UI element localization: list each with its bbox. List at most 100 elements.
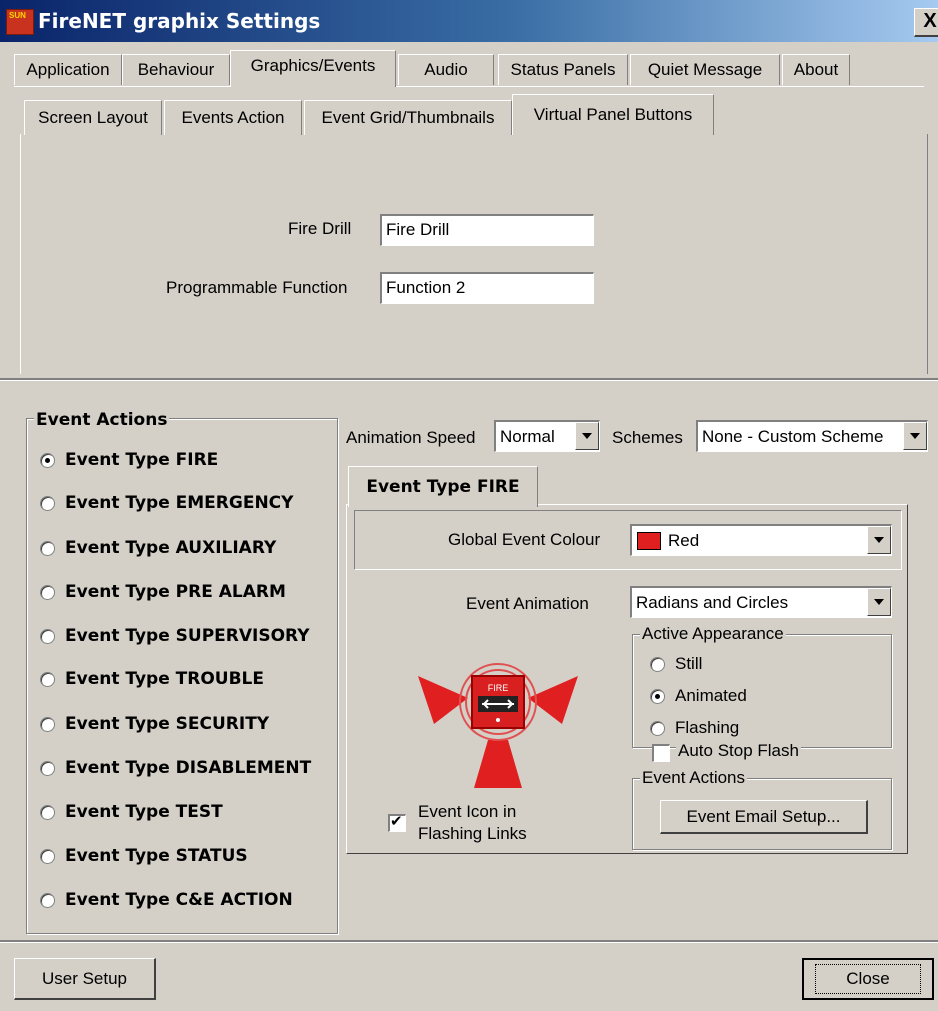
animation-speed-label: Animation Speed (346, 428, 476, 447)
subtab-events-action[interactable]: Events Action (164, 100, 302, 135)
global-colour-select[interactable]: Red (630, 524, 892, 556)
icon-flashing-links-label-2: Flashing Links (418, 824, 527, 843)
chevron-down-icon[interactable] (903, 422, 927, 450)
radio-circle[interactable] (40, 495, 55, 511)
tab-separator (14, 86, 924, 87)
schemes-value: None - Custom Scheme (702, 427, 884, 446)
icon-flashing-links-label-1: Event Icon in (418, 802, 517, 821)
colour-swatch (637, 532, 661, 550)
auto-stop-flash-checkbox[interactable] (652, 744, 670, 762)
tab-graphics-events[interactable]: Graphics/Events (230, 50, 396, 87)
event-type-radio[interactable]: Event Type TEST (40, 800, 223, 824)
footer-divider (0, 940, 938, 943)
tab-behaviour[interactable]: Behaviour (122, 54, 230, 85)
event-type-label: Event Type C&E ACTION (65, 890, 293, 910)
event-type-label: Event Type TEST (65, 802, 223, 822)
event-type-label: Event Type AUXILIARY (65, 538, 277, 558)
event-type-label: Event Type TROUBLE (65, 669, 264, 689)
event-type-label: Event Type FIRE (65, 450, 219, 470)
radio-circle[interactable] (40, 452, 55, 468)
tab-label: Quiet Message (647, 60, 763, 79)
event-type-label: Event Type STATUS (65, 846, 248, 866)
radio-circle[interactable] (40, 671, 55, 687)
schemes-select[interactable]: None - Custom Scheme (696, 420, 928, 452)
chevron-down-icon[interactable] (867, 526, 891, 554)
tab-about[interactable]: About (782, 54, 850, 85)
tab-label: About (793, 60, 839, 79)
close-button-label: Close (815, 964, 921, 994)
tab-quiet-message[interactable]: Quiet Message (630, 54, 780, 85)
icon-flashing-links-checkbox[interactable] (388, 812, 406, 832)
event-type-fire-tab[interactable]: Event Type FIRE (348, 466, 538, 507)
event-type-radio[interactable]: Event Type AUXILIARY (40, 536, 276, 560)
appearance-animated-radio[interactable]: Animated (650, 684, 747, 708)
close-button[interactable]: Close (802, 958, 934, 1000)
tab-label: Virtual Panel Buttons (533, 105, 693, 124)
event-type-radio[interactable]: Event Type EMERGENCY (40, 491, 293, 515)
tab-label: Status Panels (510, 60, 616, 79)
radio-circle[interactable] (40, 716, 55, 732)
subtab-event-grid[interactable]: Event Grid/Thumbnails (304, 100, 512, 135)
radio-circle[interactable] (650, 720, 665, 736)
event-type-radio[interactable]: Event Type TROUBLE (40, 667, 264, 691)
app-icon: SUN (6, 9, 34, 35)
subtab-virtual-panel-buttons[interactable]: Virtual Panel Buttons (512, 94, 714, 135)
tab-label: Behaviour (137, 60, 215, 79)
global-colour-label: Global Event Colour (448, 530, 601, 549)
schemes-label: Schemes (612, 428, 683, 447)
event-email-setup-button[interactable]: Event Email Setup... (660, 800, 868, 834)
radio-circle[interactable] (650, 688, 665, 704)
event-type-radio[interactable]: Event Type SUPERVISORY (40, 624, 310, 648)
virtual-panel-area (20, 134, 928, 374)
event-type-radio[interactable]: Event Type STATUS (40, 844, 248, 868)
tab-audio[interactable]: Audio (398, 54, 494, 85)
chevron-down-icon[interactable] (867, 588, 891, 616)
tab-status-panels[interactable]: Status Panels (498, 54, 628, 85)
radio-circle[interactable] (40, 848, 55, 864)
appearance-flashing-label: Flashing (675, 718, 740, 737)
radio-circle[interactable] (40, 760, 55, 776)
event-type-label: Event Type SECURITY (65, 714, 270, 734)
title-bar: SUN FireNET graphix Settings X (0, 0, 938, 42)
event-type-radio[interactable]: Event Type PRE ALARM (40, 580, 286, 604)
close-window-button[interactable]: X (914, 8, 938, 37)
tab-label: Events Action (181, 108, 285, 127)
fire-drill-input[interactable]: Fire Drill (380, 214, 594, 246)
programmable-function-input[interactable]: Function 2 (380, 272, 594, 304)
global-colour-value: Red (668, 531, 700, 550)
event-animation-label: Event Animation (466, 594, 589, 613)
event-type-radio[interactable]: Event Type FIRE (40, 448, 218, 472)
radio-circle[interactable] (40, 892, 55, 908)
animation-speed-select[interactable]: Normal (494, 420, 600, 452)
fire-call-point-icon: FIRE (418, 663, 578, 788)
appearance-flashing-radio[interactable]: Flashing (650, 716, 739, 740)
event-type-radio[interactable]: Event Type SECURITY (40, 712, 269, 736)
section-divider (0, 378, 938, 381)
appearance-still-label: Still (675, 654, 703, 673)
top-tab-strip: Application Behaviour Graphics/Events Au… (0, 50, 938, 87)
event-animation-select[interactable]: Radians and Circles (630, 586, 892, 618)
event-type-radio[interactable]: Event Type DISABLEMENT (40, 756, 311, 780)
user-setup-button[interactable]: User Setup (14, 958, 156, 1000)
radio-circle[interactable] (40, 804, 55, 820)
fire-icon-text: FIRE (488, 683, 509, 693)
radio-circle[interactable] (40, 540, 55, 556)
radio-circle[interactable] (40, 628, 55, 644)
radio-circle[interactable] (40, 584, 55, 600)
appearance-animated-label: Animated (675, 686, 747, 705)
tab-label: Event Grid/Thumbnails (321, 108, 495, 127)
app-icon-text: SUN (9, 11, 26, 20)
subtab-screen-layout[interactable]: Screen Layout (24, 100, 162, 135)
active-appearance-title: Active Appearance (640, 624, 786, 644)
event-type-label: Event Type SUPERVISORY (65, 626, 310, 646)
appearance-still-radio[interactable]: Still (650, 652, 702, 676)
event-type-label: Event Type DISABLEMENT (65, 758, 312, 778)
event-type-label: Event Type EMERGENCY (65, 493, 294, 513)
animation-speed-value: Normal (500, 427, 555, 446)
window-title: FireNET graphix Settings (38, 9, 321, 33)
tab-application[interactable]: Application (14, 54, 122, 85)
radio-circle[interactable] (650, 656, 665, 672)
tab-label: Application (26, 60, 110, 79)
event-type-radio[interactable]: Event Type C&E ACTION (40, 888, 293, 912)
chevron-down-icon[interactable] (575, 422, 599, 450)
